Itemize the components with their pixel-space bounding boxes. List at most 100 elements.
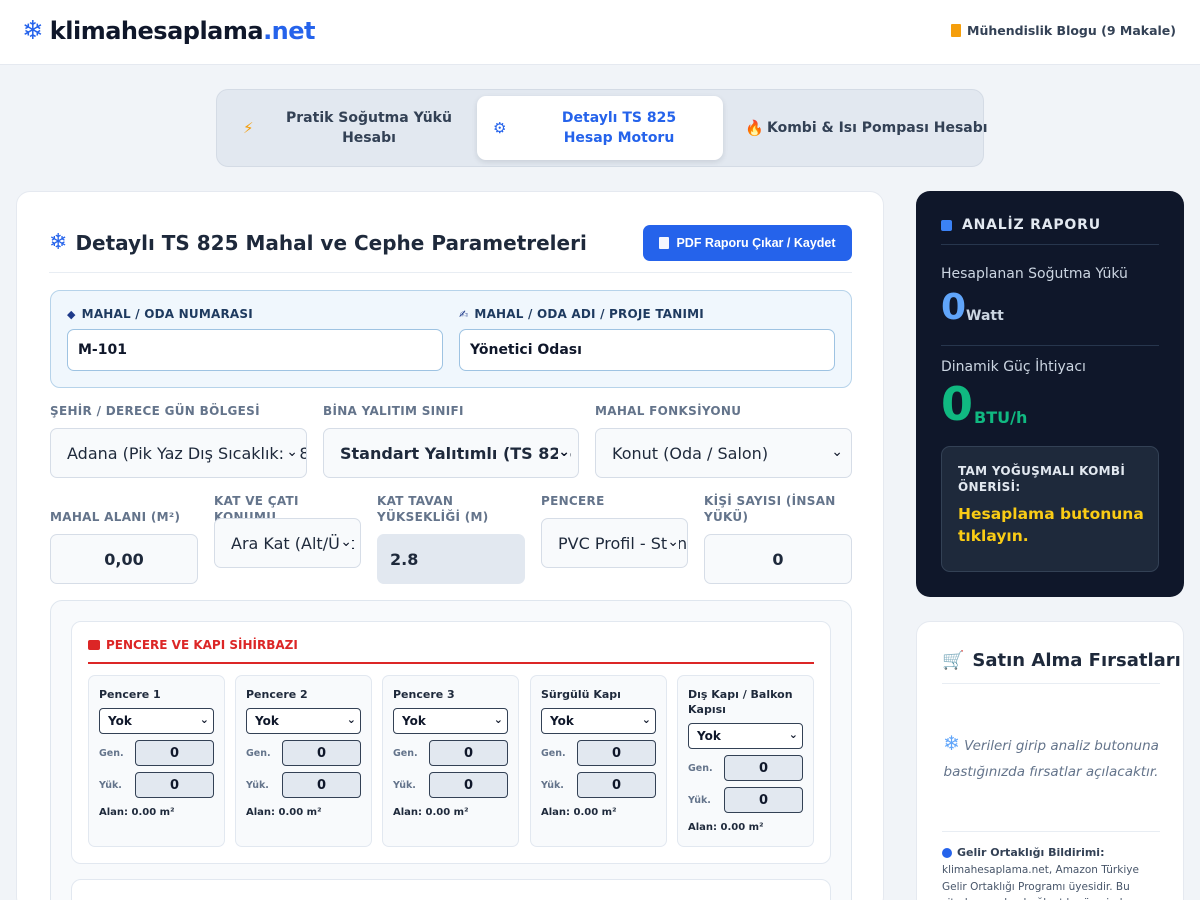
city-label: ŞEHİR / DERECE GÜN BÖLGESİ	[50, 404, 260, 418]
opening-type-select[interactable]: Yok ⌄	[393, 708, 508, 734]
height-label: Yük.	[246, 780, 269, 791]
form-title-text: Detaylı TS 825 Mahal ve Cephe Parametrel…	[75, 230, 587, 255]
width-input[interactable]: 0	[282, 740, 361, 766]
room-number-label: ◆ MAHAL / ODA NUMARASI	[67, 307, 253, 321]
opening-area: Alan: 0.00 m²	[688, 822, 764, 833]
tab-label: Detaylı TS 825 Hesap Motoru	[561, 110, 677, 146]
info-icon	[942, 847, 952, 858]
opening-type-select[interactable]: Yok ⌄	[246, 708, 361, 734]
analysis-title: ANALİZ RAPORU	[941, 217, 1101, 233]
blog-link-label: Mühendislik Blogu (9 Makale)	[967, 23, 1176, 38]
power-need-unit: BTU/h	[974, 408, 1028, 427]
snowflake-icon: ❄	[49, 230, 68, 255]
divider	[941, 345, 1159, 346]
height-input[interactable]: 0	[282, 772, 361, 798]
width-label: Gen.	[246, 748, 271, 759]
opening-card: Sürgülü Kapı Yok ⌄ Gen. 0 Yük. 0 Alan: 0.…	[530, 675, 667, 847]
room-number-input[interactable]: M-101	[67, 329, 443, 371]
book-icon	[951, 24, 962, 37]
function-select[interactable]: Konut (Oda / Salon) ⌄	[595, 428, 852, 478]
window-door-wizard: PENCERE VE KAPI SİHİRBAZI Pencere 1 Yok ⌄…	[71, 621, 831, 864]
opening-card: Pencere 2 Yok ⌄ Gen. 0 Yük. 0 Alan: 0.00 …	[235, 675, 372, 847]
insulation-label: BİNA YALITIM SINIFI	[323, 404, 464, 418]
form-title: ❄ Detaylı TS 825 Mahal ve Cephe Parametr…	[49, 230, 587, 255]
opening-type-select[interactable]: Yok ⌄	[99, 708, 214, 734]
analysis-title-text: ANALİZ RAPORU	[962, 217, 1101, 233]
room-number-label-text: MAHAL / ODA NUMARASI	[81, 307, 253, 321]
opening-card: Pencere 1 Yok ⌄ Gen. 0 Yük. 0 Alan: 0.00 …	[88, 675, 225, 847]
power-need-value: 0	[941, 377, 974, 431]
people-input[interactable]: 0	[704, 534, 852, 584]
divider	[941, 244, 1159, 245]
width-label: Gen.	[541, 748, 566, 759]
chart-icon	[941, 219, 952, 231]
chevron-down-icon: ⌄	[493, 713, 503, 726]
affiliate-text: klimahesaplama.net, Amazon Türkiye Gelir…	[942, 864, 1139, 900]
function-label: MAHAL FONKSİYONU	[595, 404, 742, 418]
calculator-tabs: ⚡ Pratik Soğutma Yükü Hesabı ⚙ Detaylı T…	[216, 89, 988, 167]
room-name-label-text: MAHAL / ODA ADI / PROJE TANIMI	[474, 307, 704, 321]
height-input[interactable]: 0	[724, 787, 803, 813]
height-input[interactable]: 0	[429, 772, 508, 798]
insulation-select-value: Standart Yalıtımlı (TS 825 Standart)	[340, 443, 578, 463]
recommendation-title: TAM YOĞUŞMALI KOMBİ ÖNERİSİ:	[958, 464, 1126, 494]
logo-text: klimahesaplama	[49, 17, 264, 45]
width-input[interactable]: 0	[429, 740, 508, 766]
window-select[interactable]: PVC Profil - Standart Çift Cam ⌄	[541, 518, 688, 568]
height-label: Yük.	[99, 780, 122, 791]
window-label: PENCERE	[541, 494, 605, 508]
width-input[interactable]: 0	[135, 740, 214, 766]
opening-title: Sürgülü Kapı	[541, 688, 621, 701]
chevron-down-icon: ⌄	[346, 713, 356, 726]
deals-title-text: Satın Alma Fırsatları	[972, 650, 1181, 671]
opening-select-value: Yok	[255, 714, 279, 728]
tab-combi-heat-pump[interactable]: 🔥 Kombi & Isı Pompası Hesabı	[745, 96, 988, 160]
cooling-load-unit: Watt	[966, 308, 1004, 324]
fire-icon: 🔥	[745, 119, 764, 137]
tab-detailed-ts825[interactable]: ⚙ Detaylı TS 825 Hesap Motoru	[477, 96, 723, 160]
opening-select-value: Yok	[108, 714, 132, 728]
width-input[interactable]: 0	[724, 755, 803, 781]
city-select[interactable]: Adana (Pik Yaz Dış Sıcaklık: 38°C) ⌄	[50, 428, 307, 478]
opening-type-select[interactable]: Yok ⌄	[541, 708, 656, 734]
deals-empty-state: ❄ Verileri girip analiz butonuna bastığı…	[942, 730, 1160, 785]
chevron-down-icon: ⌄	[641, 713, 651, 726]
opening-select-value: Yok	[550, 714, 574, 728]
opening-title: Pencere 1	[99, 688, 161, 701]
divider	[49, 272, 852, 273]
opening-select-value: Yok	[402, 714, 426, 728]
tab-practical-cooling[interactable]: ⚡ Pratik Soğutma Yükü Hesabı	[223, 96, 475, 160]
height-label: Yük.	[541, 780, 564, 791]
area-label: MAHAL ALANI (M²)	[50, 510, 181, 524]
floor-select[interactable]: Ara Kat (Alt/Üst Isıtılan) ⌄	[214, 518, 361, 568]
room-name-input[interactable]: Yönetici Odası	[459, 329, 835, 371]
height-input[interactable]: 2.8	[377, 534, 525, 584]
opening-title: Pencere 2	[246, 688, 308, 701]
tab-label: Kombi & Isı Pompası Hesabı	[767, 120, 988, 136]
cart-icon: 🛒	[942, 650, 965, 671]
room-name-label: ✍ MAHAL / ODA ADI / PROJE TANIMI	[459, 307, 704, 321]
pdf-report-button[interactable]: PDF Raporu Çıkar / Kaydet	[643, 225, 852, 261]
blog-link[interactable]: Mühendislik Blogu (9 Makale)	[951, 23, 1176, 38]
width-input[interactable]: 0	[577, 740, 656, 766]
bolt-icon: ⚡	[243, 119, 254, 137]
site-logo[interactable]: ❄ klimahesaplama .net	[22, 16, 316, 46]
function-select-value: Konut (Oda / Salon)	[612, 443, 769, 463]
recommendation-text: Hesaplama butonuna tıklayın.	[958, 505, 1144, 545]
analysis-report-panel: ANALİZ RAPORU Hesaplanan Soğutma Yükü 0 …	[916, 191, 1184, 597]
snowflake-icon: ❄	[22, 16, 44, 46]
height-input[interactable]: 0	[577, 772, 656, 798]
opening-area: Alan: 0.00 m²	[541, 807, 617, 818]
logo-tld: .net	[263, 17, 316, 45]
opening-type-select[interactable]: Yok ⌄	[688, 723, 803, 749]
opening-area: Alan: 0.00 m²	[393, 807, 469, 818]
divider	[942, 831, 1160, 832]
area-input[interactable]: 0,00	[50, 534, 198, 584]
parameters-card: ❄ Detaylı TS 825 Mahal ve Cephe Parametr…	[16, 191, 884, 900]
insulation-select[interactable]: Standart Yalıtımlı (TS 825 Standart) ⌄	[323, 428, 579, 478]
affiliate-title: Gelir Ortaklığı Bildirimi:	[942, 846, 1104, 859]
second-wizard-panel	[71, 879, 831, 900]
power-need-label: Dinamik Güç İhtiyacı	[941, 359, 1086, 375]
tab-label: Pratik Soğutma Yükü Hesabı	[286, 110, 452, 146]
height-input[interactable]: 0	[135, 772, 214, 798]
